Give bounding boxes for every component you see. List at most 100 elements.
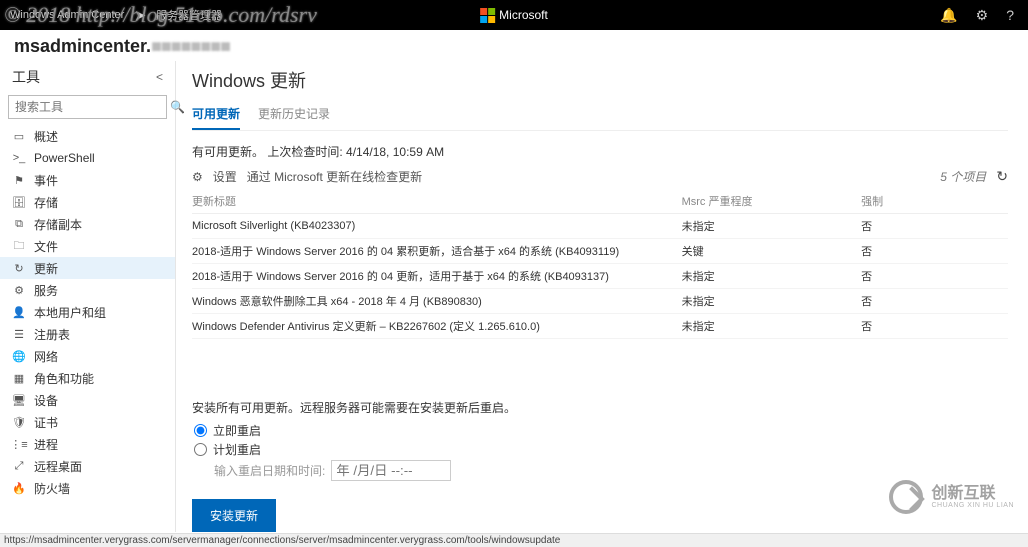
sidebar-item-label: 角色和功能 xyxy=(34,370,94,387)
settings-label[interactable]: 设置 xyxy=(213,168,237,185)
sidebar-item-label: 网络 xyxy=(34,348,58,365)
sidebar-item-overview[interactable]: ▭ 概述 xyxy=(0,125,175,147)
tabs: 可用更新更新历史记录 xyxy=(192,101,1008,131)
replica-icon: ⧉ xyxy=(12,217,26,231)
sidebar-item-registry[interactable]: ☰ 注册表 xyxy=(0,323,175,345)
refresh-icon[interactable]: ↻ xyxy=(996,168,1008,185)
tools-search-input[interactable] xyxy=(15,100,170,114)
sidebar-item-updates[interactable]: ↻更新 xyxy=(0,257,175,279)
content: Windows 更新 可用更新更新历史记录 有可用更新。 上次检查时间: 4/1… xyxy=(176,61,1028,532)
tools-header: 工具 < xyxy=(0,61,175,93)
schedule-label: 输入重启日期和时间: xyxy=(214,462,325,479)
cell-mandatory: 否 xyxy=(861,289,1008,314)
sidebar-item-label: 概述 xyxy=(34,128,58,145)
tools-list: ▭ 概述 >_PowerShell⚑事件🗄存储 ⧉ 存储副本 🗀 文件 ↻更新 ⚙ 服务 👤 本地用户… xyxy=(0,125,175,532)
overview-icon: ▭ xyxy=(12,129,26,143)
sidebar-item-label: 设备 xyxy=(34,392,58,409)
users-icon: 👤 xyxy=(12,305,26,319)
sidebar-item-files[interactable]: 🗀 文件 xyxy=(0,235,175,257)
tab-available[interactable]: 可用更新 xyxy=(192,101,240,130)
sidebar-item-label: 证书 xyxy=(34,414,58,431)
table-row[interactable]: Windows Defender Antivirus 定义更新 – KB2267… xyxy=(192,314,1008,339)
brand-text: Microsoft xyxy=(499,8,548,22)
item-count: 5 个项目 xyxy=(940,168,986,185)
table-row[interactable]: 2018-适用于 Windows Server 2016 的 04 更新，适用于… xyxy=(192,264,1008,289)
files-icon: 🗀 xyxy=(12,239,26,253)
radio-restart-now-input[interactable] xyxy=(194,424,207,437)
sidebar-item-storage[interactable]: 🗄存储 xyxy=(0,191,175,213)
cell-title: 2018-适用于 Windows Server 2016 的 04 更新，适用于… xyxy=(192,264,682,289)
status-time: 4/14/18, 10:59 AM xyxy=(346,145,444,159)
radio-restart-schedule-input[interactable] xyxy=(194,443,207,456)
col-severity[interactable]: Msrc 严重程度 xyxy=(682,189,862,214)
sidebar-item-network[interactable]: 🌐 网络 xyxy=(0,345,175,367)
page-title: Windows 更新 xyxy=(192,67,1008,93)
collapse-sidebar-icon[interactable]: < xyxy=(156,70,163,84)
sidebar-item-certs[interactable]: 🛡 证书 xyxy=(0,411,175,433)
sidebar-item-label: 存储副本 xyxy=(34,216,82,233)
tools-search[interactable]: 🔍 xyxy=(8,95,167,119)
brand: Microsoft xyxy=(480,8,548,23)
server-name-row: msadmincenter. ■■■■■■■■ xyxy=(0,30,1028,61)
registry-icon: ☰ xyxy=(12,327,26,341)
cell-title: Windows 恶意软件删除工具 x64 - 2018 年 4 月 (KB890… xyxy=(192,289,682,314)
col-mandatory[interactable]: 强制 xyxy=(861,189,1008,214)
cell-mandatory: 否 xyxy=(861,239,1008,264)
sidebar-item-processes[interactable]: ⋮≡ 进程 xyxy=(0,433,175,455)
cell-mandatory: 否 xyxy=(861,214,1008,239)
cell-severity: 关键 xyxy=(682,239,862,264)
updates-table: 更新标题 Msrc 严重程度 强制 Microsoft Silverlight … xyxy=(192,189,1008,339)
sidebar-item-powershell[interactable]: >_PowerShell xyxy=(0,147,175,169)
col-title[interactable]: 更新标题 xyxy=(192,189,682,214)
cell-severity: 未指定 xyxy=(682,214,862,239)
settings-gear-small-icon[interactable]: ⚙ xyxy=(192,170,203,184)
processes-icon: ⋮≡ xyxy=(12,437,26,451)
sidebar-item-label: 进程 xyxy=(34,436,58,453)
sidebar-item-replica[interactable]: ⧉ 存储副本 xyxy=(0,213,175,235)
table-row[interactable]: Windows 恶意软件删除工具 x64 - 2018 年 4 月 (KB890… xyxy=(192,289,1008,314)
sidebar-item-label: 本地用户和组 xyxy=(34,304,106,321)
sidebar-item-label: 文件 xyxy=(34,238,58,255)
sidebar-item-devices[interactable]: 🖥设备 xyxy=(0,389,175,411)
sidebar-item-remotedesktop[interactable]: ⤢远程桌面 xyxy=(0,455,175,477)
sidebar-item-users[interactable]: 👤 本地用户和组 xyxy=(0,301,175,323)
radio-restart-now-label: 立即重启 xyxy=(213,422,261,439)
install-note: 安装所有可用更新。远程服务器可能需要在安装更新后重启。 xyxy=(192,399,1008,416)
cell-severity: 未指定 xyxy=(682,289,862,314)
services-icon: ⚙ xyxy=(12,283,26,297)
sidebar-item-services[interactable]: ⚙ 服务 xyxy=(0,279,175,301)
statusbar: https://msadmincenter.verygrass.com/serv… xyxy=(0,533,1028,547)
table-row[interactable]: Microsoft Silverlight (KB4023307)未指定否 xyxy=(192,214,1008,239)
radio-restart-now[interactable]: 立即重启 xyxy=(194,422,1008,439)
install-section: 安装所有可用更新。远程服务器可能需要在安装更新后重启。 立即重启 计划重启 输入… xyxy=(192,389,1008,532)
radio-restart-schedule-label: 计划重启 xyxy=(213,441,261,458)
breadcrumb-text[interactable]: 服务器管理器 xyxy=(156,7,222,23)
sidebar: 工具 < 🔍 ▭概述>_PowerShell⚑事件🗄存储⧉存储副本🗀文件↻更新⚙… xyxy=(0,61,176,532)
notifications-icon[interactable]: 🔔 xyxy=(940,7,957,24)
sidebar-item-roles[interactable]: ▦ 角色和功能 xyxy=(0,367,175,389)
server-name-blurred: ■■■■■■■■ xyxy=(151,36,230,57)
sidebar-item-label: 注册表 xyxy=(34,326,70,343)
sidebar-item-events[interactable]: ⚑事件 xyxy=(0,169,175,191)
schedule-datetime-input[interactable] xyxy=(331,460,451,481)
roles-icon: ▦ xyxy=(12,371,26,385)
sidebar-item-label: PowerShell xyxy=(34,151,95,165)
tab-history[interactable]: 更新历史记录 xyxy=(258,101,330,130)
cell-mandatory: 否 xyxy=(861,314,1008,339)
settings-sublabel[interactable]: 通过 Microsoft 更新在线检查更新 xyxy=(247,168,422,185)
server-name-prefix: msadmincenter. xyxy=(14,36,151,57)
help-icon[interactable]: ? xyxy=(1006,7,1014,24)
sidebar-item-label: 服务 xyxy=(34,282,58,299)
cell-title: 2018-适用于 Windows Server 2016 的 04 累积更新，适… xyxy=(192,239,682,264)
cell-severity: 未指定 xyxy=(682,314,862,339)
network-icon: 🌐 xyxy=(12,349,26,363)
updates-icon: ↻ xyxy=(12,261,26,275)
install-updates-button[interactable]: 安装更新 xyxy=(192,499,276,532)
sidebar-item-label: 事件 xyxy=(34,172,58,189)
table-row[interactable]: 2018-适用于 Windows Server 2016 的 04 累积更新，适… xyxy=(192,239,1008,264)
radio-restart-schedule[interactable]: 计划重启 xyxy=(194,441,1008,458)
certs-icon: 🛡 xyxy=(12,415,26,429)
settings-gear-icon[interactable]: ⚙ xyxy=(976,7,989,24)
tools-label: 工具 xyxy=(12,67,40,87)
sidebar-item-firewall[interactable]: 🔥防火墙 xyxy=(0,477,175,499)
